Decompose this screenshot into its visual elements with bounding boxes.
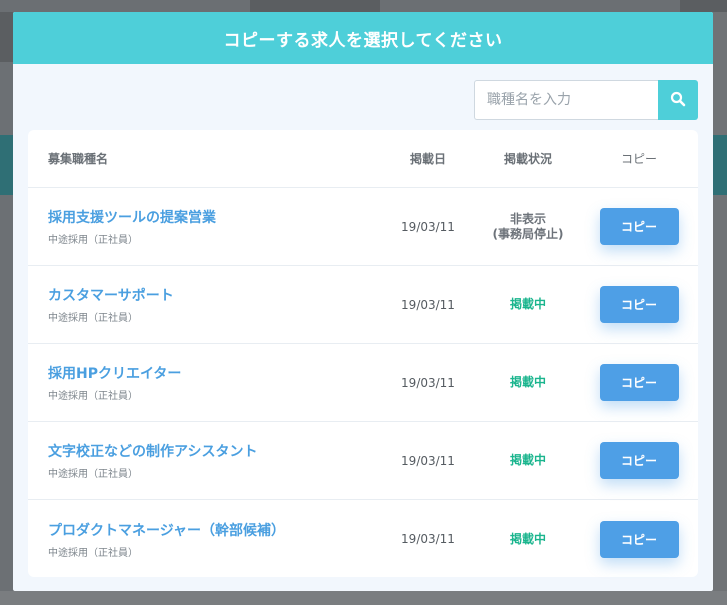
modal-header: コピーする求人を選択してください xyxy=(13,12,713,64)
posted-date: 19/03/11 xyxy=(401,219,455,234)
background-fragment xyxy=(0,135,13,195)
background-fragment xyxy=(380,0,680,12)
search-input[interactable] xyxy=(474,80,658,120)
job-type: 中途採用（正社員） xyxy=(48,391,138,402)
table-row: カスタマーサポート 中途採用（正社員） 19/03/11 掲載中 コピー xyxy=(28,266,698,344)
copy-button[interactable]: コピー xyxy=(599,208,679,245)
background-fragment xyxy=(0,591,727,605)
background-fragment xyxy=(0,0,250,12)
job-type: 中途採用（正社員） xyxy=(48,547,138,559)
status-note: (事務局停止) xyxy=(492,226,564,241)
search-bar xyxy=(474,80,698,120)
table-row: 採用支援ツールの提案営業 中途採用（正社員） 19/03/11 非表示 (事務局… xyxy=(28,188,698,266)
background-fragment xyxy=(713,135,727,195)
table-row: 文字校正などの制作アシスタント 中途採用（正社員） 19/03/11 掲載中 コ… xyxy=(28,422,698,500)
posted-date: 19/03/11 xyxy=(401,532,455,546)
copy-cell: コピー xyxy=(580,364,698,401)
copy-cell: コピー xyxy=(580,286,698,323)
header-copy: コピー xyxy=(620,152,657,166)
header-title: 募集職種名 xyxy=(48,152,109,166)
job-cell: 文字校正などの制作アシスタント 中途採用（正社員） xyxy=(28,441,380,480)
modal-title: コピーする求人を選択してください xyxy=(223,30,503,51)
header-status: 掲載状況 xyxy=(503,152,552,166)
job-title-link[interactable]: 文字校正などの制作アシスタント xyxy=(48,441,380,461)
job-type: 中途採用（正社員） xyxy=(48,313,138,324)
job-title-link[interactable]: カスタマーサポート xyxy=(48,285,380,305)
status-text: 非表示 xyxy=(509,212,546,227)
job-title-link[interactable]: 採用HPクリエイター xyxy=(48,363,380,383)
table-header: 募集職種名 掲載日 掲載状況 コピー xyxy=(28,130,698,188)
search-icon xyxy=(670,91,686,110)
job-type: 中途採用（正社員） xyxy=(48,469,138,480)
status-text: 掲載中 xyxy=(509,453,546,468)
status-badge: 非表示 (事務局停止) xyxy=(476,212,580,241)
status-text: 掲載中 xyxy=(509,375,546,390)
job-title-link[interactable]: プロダクトマネージャー（幹部候補） xyxy=(48,520,380,540)
status-badge: 掲載中 xyxy=(476,532,580,546)
job-cell: 採用HPクリエイター 中途採用（正社員） xyxy=(28,363,380,402)
copy-job-modal: コピーする求人を選択してください 募集職種名 掲載日 掲載状況 コピー 採用支援… xyxy=(13,12,713,591)
copy-button[interactable]: コピー xyxy=(599,520,679,558)
copy-cell: コピー xyxy=(580,520,698,558)
background-fragment xyxy=(713,12,727,605)
status-badge: 掲載中 xyxy=(476,297,580,311)
job-cell: 採用支援ツールの提案営業 中途採用（正社員） xyxy=(28,207,380,246)
copy-button[interactable]: コピー xyxy=(599,286,679,323)
status-badge: 掲載中 xyxy=(476,375,580,389)
job-type: 中途採用（正社員） xyxy=(48,235,138,246)
status-text: 掲載中 xyxy=(509,531,546,546)
copy-button[interactable]: コピー xyxy=(599,442,679,479)
job-cell: カスタマーサポート 中途採用（正社員） xyxy=(28,285,380,324)
posted-date: 19/03/11 xyxy=(401,375,455,390)
job-list-table: 募集職種名 掲載日 掲載状況 コピー 採用支援ツールの提案営業 中途採用（正社員… xyxy=(28,130,698,577)
copy-button[interactable]: コピー xyxy=(599,364,679,401)
status-badge: 掲載中 xyxy=(476,453,580,467)
status-text: 掲載中 xyxy=(509,297,546,312)
posted-date: 19/03/11 xyxy=(401,297,455,312)
table-row: プロダクトマネージャー（幹部候補） 中途採用（正社員） 19/03/11 掲載中… xyxy=(28,500,698,578)
table-row: 採用HPクリエイター 中途採用（正社員） 19/03/11 掲載中 コピー xyxy=(28,344,698,422)
header-date: 掲載日 xyxy=(409,152,446,166)
copy-cell: コピー xyxy=(580,208,698,245)
copy-cell: コピー xyxy=(580,442,698,479)
posted-date: 19/03/11 xyxy=(401,453,455,468)
search-button[interactable] xyxy=(658,80,698,120)
job-title-link[interactable]: 採用支援ツールの提案営業 xyxy=(48,207,380,227)
job-cell: プロダクトマネージャー（幹部候補） 中途採用（正社員） xyxy=(28,520,380,559)
